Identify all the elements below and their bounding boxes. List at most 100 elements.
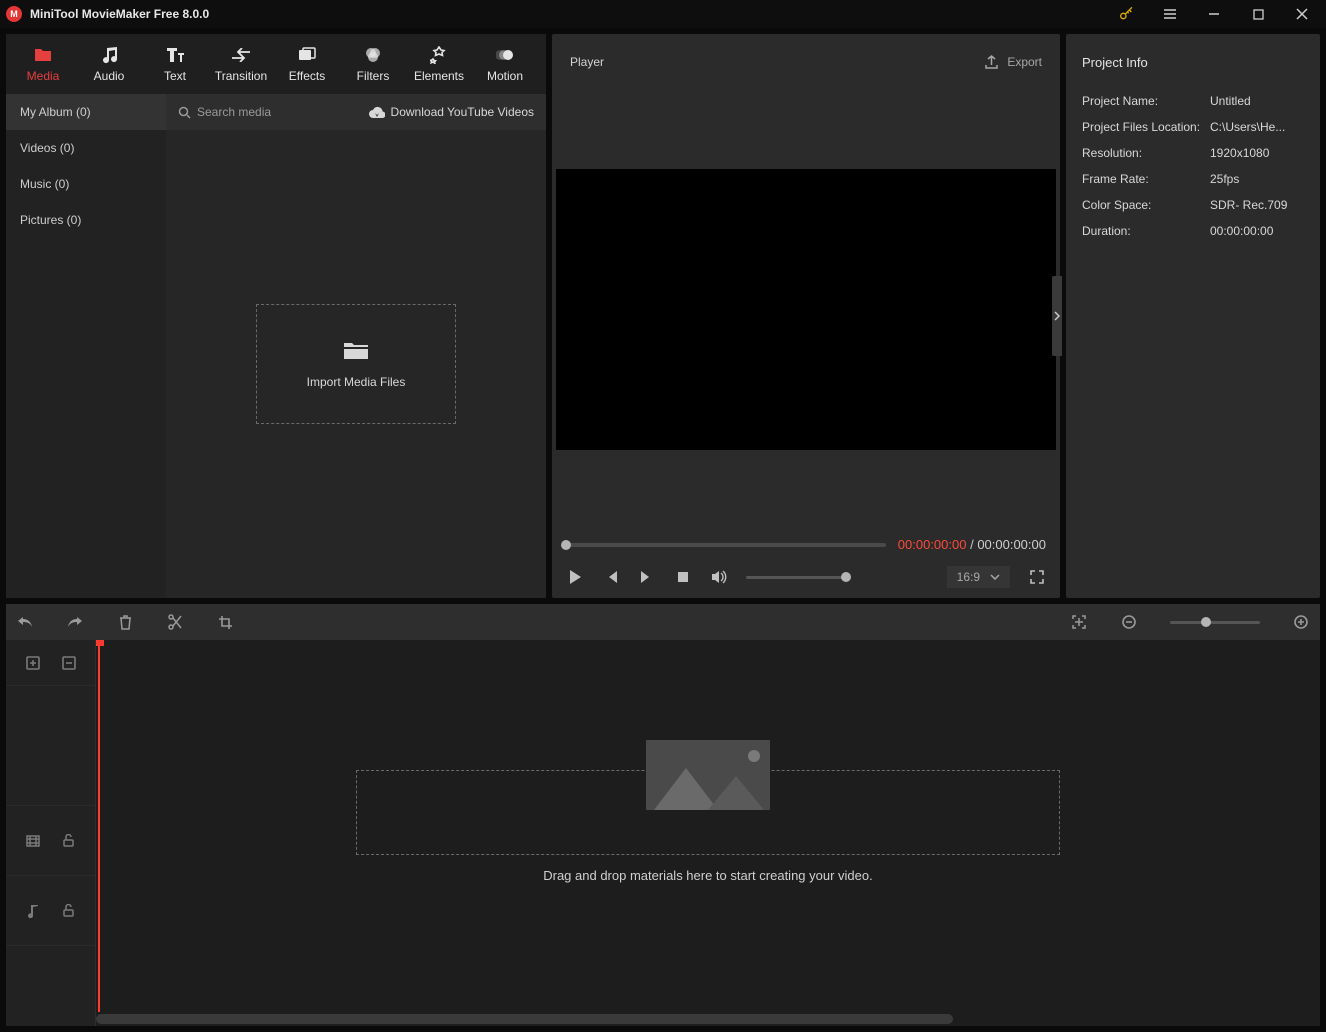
tab-audio[interactable]: Audio xyxy=(76,34,142,94)
player-title: Player xyxy=(570,55,604,69)
effects-icon xyxy=(297,45,317,65)
project-info-title: Project Info xyxy=(1066,34,1320,90)
tab-media[interactable]: Media xyxy=(10,34,76,94)
import-media-label: Import Media Files xyxy=(307,375,406,389)
lock-track-button[interactable] xyxy=(61,833,77,849)
folder-open-icon xyxy=(342,339,370,361)
zoom-out-button[interactable] xyxy=(1120,613,1138,631)
cloud-download-icon xyxy=(369,106,385,118)
volume-icon[interactable] xyxy=(710,568,728,586)
tab-filters[interactable]: Filters xyxy=(340,34,406,94)
media-toolbar: Search media Download YouTube Videos xyxy=(166,94,546,130)
crop-button[interactable] xyxy=(216,613,234,631)
add-track-button[interactable] xyxy=(25,655,41,671)
play-button[interactable] xyxy=(566,568,584,586)
tab-label: Motion xyxy=(487,69,523,83)
media-panel: Media Audio Text Transition Effects xyxy=(6,34,546,598)
search-placeholder: Search media xyxy=(197,105,271,119)
export-button[interactable]: Export xyxy=(984,55,1042,70)
chevron-down-icon xyxy=(990,574,1000,580)
stop-button[interactable] xyxy=(674,568,692,586)
timeline-panel: Drag and drop materials here to start cr… xyxy=(6,640,1320,1026)
next-frame-button[interactable] xyxy=(638,568,656,586)
app-logo-icon: M xyxy=(6,6,22,22)
timeline-header-actions xyxy=(6,640,95,686)
tab-label: Elements xyxy=(414,69,464,83)
media-side-item-videos[interactable]: Videos (0) xyxy=(6,130,166,166)
remove-track-button[interactable] xyxy=(61,655,77,671)
window-title: MiniTool MovieMaker Free 8.0.0 xyxy=(30,7,209,21)
media-side-item-music[interactable]: Music (0) xyxy=(6,166,166,202)
collapse-info-handle[interactable] xyxy=(1052,276,1062,356)
zoom-fit-button[interactable] xyxy=(1070,613,1088,631)
download-youtube-label: Download YouTube Videos xyxy=(391,105,534,119)
timeline-track-headers xyxy=(6,640,96,1026)
media-side-item-myalbum[interactable]: My Album (0) xyxy=(6,94,166,130)
close-button[interactable] xyxy=(1284,0,1320,28)
hamburger-menu-icon[interactable] xyxy=(1152,0,1188,28)
import-media-dropzone[interactable]: Import Media Files xyxy=(256,304,456,424)
info-row-duration: Duration:00:00:00:00 xyxy=(1082,224,1304,238)
track-header-audio xyxy=(6,876,95,946)
media-side-item-pictures[interactable]: Pictures (0) xyxy=(6,202,166,238)
info-row-files-location: Project Files Location:C:\Users\He... xyxy=(1082,120,1304,134)
tab-label: Filters xyxy=(357,69,390,83)
video-preview-canvas[interactable] xyxy=(556,169,1056,450)
video-track-icon xyxy=(25,833,41,849)
media-side-label: My Album (0) xyxy=(20,105,91,119)
info-row-resolution: Resolution:1920x1080 xyxy=(1082,146,1304,160)
audio-track-icon xyxy=(25,903,41,919)
aspect-ratio-label: 16:9 xyxy=(957,570,980,584)
split-button[interactable] xyxy=(166,613,184,631)
undo-button[interactable] xyxy=(16,613,34,631)
total-time: 00:00:00:00 xyxy=(977,537,1046,552)
tab-text[interactable]: Text xyxy=(142,34,208,94)
playhead[interactable] xyxy=(98,640,100,1012)
tab-label: Media xyxy=(27,69,60,83)
media-side-label: Pictures (0) xyxy=(20,213,81,227)
lock-track-button[interactable] xyxy=(61,903,77,919)
fullscreen-button[interactable] xyxy=(1028,568,1046,586)
tab-label: Audio xyxy=(94,69,125,83)
tab-motion[interactable]: Motion xyxy=(472,34,538,94)
redo-button[interactable] xyxy=(66,613,84,631)
playback-timecode: 00:00:00:00 / 00:00:00:00 xyxy=(898,537,1046,552)
text-icon xyxy=(165,45,185,65)
timeline-hint-text: Drag and drop materials here to start cr… xyxy=(96,868,1320,883)
timeline-placeholder-image-icon xyxy=(646,740,770,810)
playback-seek-slider[interactable] xyxy=(566,543,886,547)
zoom-in-button[interactable] xyxy=(1292,613,1310,631)
timeline-horizontal-scrollbar[interactable] xyxy=(96,1014,953,1024)
volume-slider[interactable] xyxy=(746,576,846,579)
chevron-right-icon xyxy=(1054,311,1060,321)
player-panel: Player Export 00:00:00:00 / 00:00:00:00 xyxy=(552,34,1060,598)
track-header-spacer xyxy=(6,686,95,806)
timeline-tracks-area[interactable]: Drag and drop materials here to start cr… xyxy=(96,640,1320,1026)
license-key-icon[interactable] xyxy=(1108,0,1144,28)
minimize-button[interactable] xyxy=(1196,0,1232,28)
export-label: Export xyxy=(1007,55,1042,69)
delete-button[interactable] xyxy=(116,613,134,631)
tab-transition[interactable]: Transition xyxy=(208,34,274,94)
transition-icon xyxy=(231,45,251,65)
aspect-ratio-select[interactable]: 16:9 xyxy=(947,566,1010,588)
search-input[interactable]: Search media xyxy=(178,105,361,119)
folder-icon xyxy=(33,45,53,65)
maximize-button[interactable] xyxy=(1240,0,1276,28)
tab-elements[interactable]: Elements xyxy=(406,34,472,94)
media-side-label: Music (0) xyxy=(20,177,69,191)
current-time: 00:00:00:00 xyxy=(898,537,967,552)
primary-tabs: Media Audio Text Transition Effects xyxy=(6,34,546,94)
zoom-slider[interactable] xyxy=(1170,621,1260,624)
info-row-project-name: Project Name:Untitled xyxy=(1082,94,1304,108)
media-side-label: Videos (0) xyxy=(20,141,74,155)
download-youtube-button[interactable]: Download YouTube Videos xyxy=(369,105,534,119)
prev-frame-button[interactable] xyxy=(602,568,620,586)
tab-effects[interactable]: Effects xyxy=(274,34,340,94)
export-icon xyxy=(984,55,999,70)
search-icon xyxy=(178,106,191,119)
title-bar: M MiniTool MovieMaker Free 8.0.0 xyxy=(0,0,1326,28)
elements-icon xyxy=(429,45,449,65)
music-note-icon xyxy=(99,45,119,65)
info-row-framerate: Frame Rate:25fps xyxy=(1082,172,1304,186)
